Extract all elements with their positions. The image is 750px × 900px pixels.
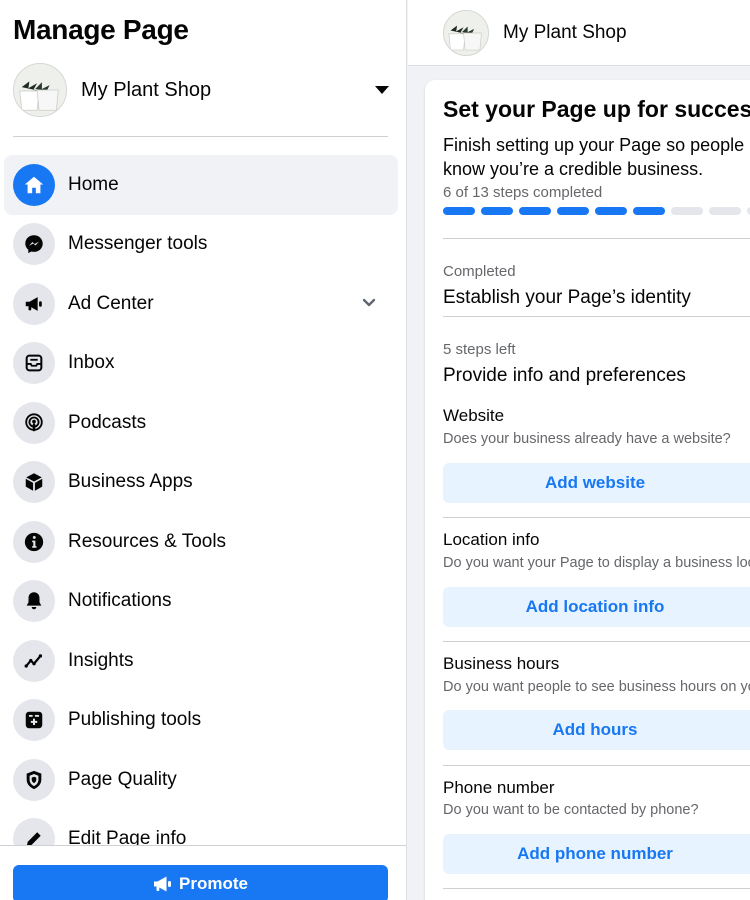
plant-pots-image bbox=[14, 64, 66, 116]
task-description: Do you want people to see business hours… bbox=[443, 679, 750, 695]
setup-card: Set your Page up for success Finish sett… bbox=[425, 80, 750, 900]
sidebar-item-ad-center[interactable]: Ad Center bbox=[4, 274, 398, 334]
sidebar-item-label: Home bbox=[68, 173, 119, 195]
megaphone-icon bbox=[13, 282, 55, 325]
plant-pots-image bbox=[444, 10, 488, 55]
button-label: Add location info bbox=[525, 597, 665, 616]
sidebar-title: Manage Page bbox=[13, 14, 189, 45]
divider bbox=[443, 238, 750, 239]
promote-button[interactable]: Promote bbox=[13, 865, 388, 900]
divider bbox=[443, 641, 750, 642]
sidebar-item-business-apps[interactable]: Business Apps bbox=[4, 453, 398, 513]
sidebar-item-label: Ad Center bbox=[68, 292, 154, 314]
task-title: Business hours bbox=[443, 654, 560, 673]
setup-subtitle: Finish setting up your Page so people kn… bbox=[443, 135, 745, 179]
bell-icon bbox=[13, 580, 55, 623]
button-label: Add website bbox=[544, 473, 646, 492]
info-icon bbox=[13, 520, 55, 563]
divider bbox=[443, 888, 750, 889]
sidebar-nav: Home Messenger tools Ad Center Inbox Pod… bbox=[4, 155, 398, 869]
progress-bar bbox=[443, 207, 750, 215]
avatar bbox=[13, 63, 67, 117]
setup-title: Set your Page up for success bbox=[443, 96, 750, 122]
divider bbox=[443, 517, 750, 518]
messenger-icon bbox=[13, 223, 55, 266]
task-description: Does your business already have a websit… bbox=[443, 431, 731, 447]
sidebar: Manage Page My Plant Shop Home Messenger… bbox=[0, 0, 407, 900]
sidebar-item-label: Page Quality bbox=[68, 768, 177, 790]
add-location-button[interactable]: Add location info bbox=[443, 587, 750, 627]
sidebar-item-label: Publishing tools bbox=[68, 709, 202, 731]
task-title: Phone number bbox=[443, 778, 555, 797]
remaining-heading: Provide info and preferences bbox=[443, 365, 686, 386]
add-hours-button[interactable]: Add hours bbox=[443, 710, 750, 750]
sidebar-item-label: Podcasts bbox=[68, 411, 147, 433]
completed-heading[interactable]: Establish your Page’s identity bbox=[443, 287, 691, 309]
divider bbox=[443, 316, 750, 317]
progress-segment bbox=[671, 207, 703, 215]
sidebar-item-label: Resources & Tools bbox=[68, 530, 227, 552]
page-switcher-name: My Plant Shop bbox=[81, 78, 212, 101]
avatar[interactable] bbox=[443, 9, 489, 56]
task-description: Do you want to be contacted by phone? bbox=[443, 802, 699, 818]
shield-icon bbox=[13, 758, 55, 801]
sidebar-item-page-quality[interactable]: Page Quality bbox=[4, 750, 398, 810]
task-description: Do you want your Page to display a busin… bbox=[443, 555, 750, 571]
sidebar-item-messenger-tools[interactable]: Messenger tools bbox=[4, 215, 398, 275]
promote-bar: Promote bbox=[0, 845, 406, 900]
button-label: Add phone number bbox=[517, 844, 673, 863]
task-title: Website bbox=[443, 406, 505, 425]
sidebar-item-notifications[interactable]: Notifications bbox=[4, 572, 398, 632]
add-website-button[interactable]: Add website bbox=[443, 463, 750, 503]
divider bbox=[13, 136, 388, 137]
sidebar-item-insights[interactable]: Insights bbox=[4, 631, 398, 691]
sidebar-item-resources-tools[interactable]: Resources & Tools bbox=[4, 512, 398, 572]
progress-segment bbox=[595, 207, 627, 215]
sidebar-item-home[interactable]: Home bbox=[4, 155, 398, 215]
progress-segment bbox=[557, 207, 589, 215]
page-name[interactable]: My Plant Shop bbox=[503, 22, 627, 44]
sidebar-item-label: Inbox bbox=[68, 352, 115, 374]
page-switcher[interactable]: My Plant Shop bbox=[13, 62, 393, 118]
page-header: My Plant Shop bbox=[408, 0, 750, 66]
divider bbox=[443, 765, 750, 766]
progress-segment bbox=[709, 207, 741, 215]
progress-segment bbox=[481, 207, 513, 215]
progress-segment bbox=[443, 207, 475, 215]
button-label: Add hours bbox=[552, 720, 638, 739]
podcast-icon bbox=[13, 401, 55, 444]
task-title: Location info bbox=[443, 530, 540, 549]
trend-icon bbox=[13, 639, 55, 682]
sidebar-item-label: Notifications bbox=[68, 590, 172, 612]
promote-label: Promote bbox=[179, 874, 248, 893]
chevron-down-icon[interactable] bbox=[362, 298, 376, 308]
sidebar-item-label: Messenger tools bbox=[68, 233, 208, 255]
sidebar-item-inbox[interactable]: Inbox bbox=[4, 334, 398, 394]
inbox-icon bbox=[13, 342, 55, 385]
add-phone-button[interactable]: Add phone number bbox=[443, 834, 750, 874]
publishing-icon bbox=[13, 699, 55, 742]
sidebar-item-label: Insights bbox=[68, 649, 134, 671]
progress-segment bbox=[633, 207, 665, 215]
megaphone-icon bbox=[154, 876, 172, 892]
caret-down-icon[interactable] bbox=[375, 86, 389, 94]
remaining-kicker: 5 steps left bbox=[443, 341, 516, 358]
cube-icon bbox=[13, 461, 55, 504]
sidebar-item-publishing-tools[interactable]: Publishing tools bbox=[4, 691, 398, 751]
home-icon bbox=[13, 163, 55, 206]
steps-count: 6 of 13 steps completed bbox=[443, 184, 603, 201]
progress-segment bbox=[519, 207, 551, 215]
sidebar-item-podcasts[interactable]: Podcasts bbox=[4, 393, 398, 453]
sidebar-item-label: Business Apps bbox=[68, 471, 193, 493]
completed-kicker: Completed bbox=[443, 263, 516, 280]
